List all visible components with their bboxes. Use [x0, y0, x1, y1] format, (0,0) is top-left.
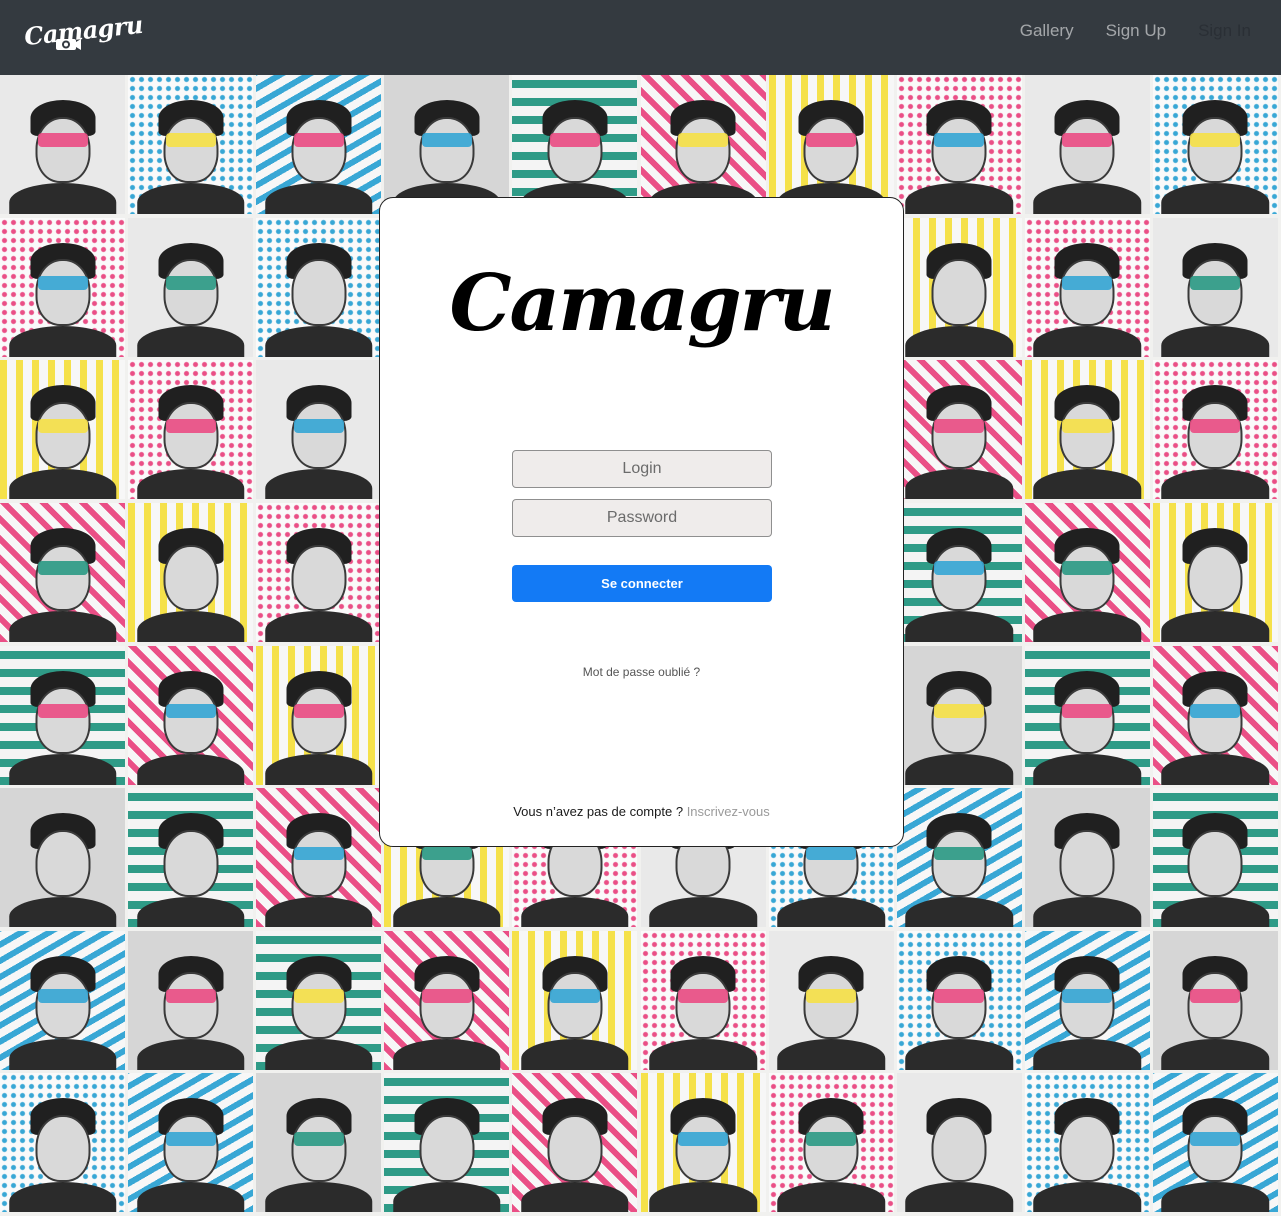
collage-photo [1024, 502, 1154, 646]
collage-photo [1152, 930, 1281, 1074]
nav-links: Gallery Sign Up Sign In [1020, 21, 1251, 41]
collage-photo [256, 645, 386, 789]
forgot-password-link[interactable]: Mot de passe oublié ? [380, 665, 903, 679]
collage-photo [0, 930, 129, 1074]
collage-photo [128, 645, 258, 789]
signup-prompt-text: Vous n’avez pas de compte ? [513, 804, 684, 819]
collage-photo [1024, 217, 1154, 361]
collage-photo [1152, 502, 1281, 646]
collage-photo [896, 645, 1026, 789]
collage-photo [384, 1073, 514, 1216]
collage-photo [896, 360, 1026, 504]
collage-photo [1024, 1073, 1154, 1216]
collage-photo [128, 1073, 258, 1216]
collage-photo [128, 217, 258, 361]
collage-photo [1024, 788, 1154, 932]
collage-photo [512, 930, 642, 1074]
login-modal: Camagru Se connecter Mot de passe oublié… [379, 197, 904, 847]
collage-photo [896, 1073, 1026, 1216]
collage-photo [1024, 75, 1154, 218]
collage-photo [1024, 360, 1154, 504]
brand-logo[interactable]: Camagru [23, 10, 144, 58]
collage-photo [128, 502, 258, 646]
modal-logo: Camagru [449, 258, 835, 349]
collage-photo [0, 360, 129, 504]
collage-photo [1024, 930, 1154, 1074]
camera-icon [56, 39, 81, 50]
collage-photo [128, 360, 258, 504]
collage-photo [1152, 645, 1281, 789]
collage-photo [0, 1073, 129, 1216]
collage-photo [640, 1073, 770, 1216]
collage-photo [128, 788, 258, 932]
collage-photo [896, 217, 1026, 361]
collage-photo [896, 930, 1026, 1074]
collage-photo [384, 930, 514, 1074]
collage-photo [0, 217, 129, 361]
collage-photo [1152, 1073, 1281, 1216]
login-input[interactable] [512, 450, 772, 488]
collage-photo [0, 502, 129, 646]
nav-link-signin[interactable]: Sign In [1198, 21, 1251, 41]
collage-photo [256, 502, 386, 646]
collage-photo [256, 788, 386, 932]
collage-photo [0, 75, 129, 218]
collage-photo [1152, 788, 1281, 932]
navbar: Camagru Gallery Sign Up Sign In [0, 0, 1281, 75]
signup-link[interactable]: Inscrivez-vous [687, 804, 770, 819]
collage-photo [256, 360, 386, 504]
password-input[interactable] [512, 499, 772, 537]
collage-photo [896, 502, 1026, 646]
collage-photo [0, 645, 129, 789]
collage-photo [256, 1073, 386, 1216]
collage-photo [1152, 360, 1281, 504]
collage-photo [256, 75, 386, 218]
brand-text: Camagru [22, 9, 145, 52]
nav-link-signup[interactable]: Sign Up [1106, 21, 1166, 41]
collage-photo [128, 930, 258, 1074]
collage-photo [256, 217, 386, 361]
collage-photo [1152, 75, 1281, 218]
collage-photo [896, 75, 1026, 218]
nav-link-gallery[interactable]: Gallery [1020, 21, 1074, 41]
collage-photo [512, 1073, 642, 1216]
collage-photo [0, 788, 129, 932]
collage-photo [1152, 217, 1281, 361]
collage-photo [256, 930, 386, 1074]
collage-photo [768, 1073, 898, 1216]
collage-photo [128, 75, 258, 218]
collage-photo [768, 930, 898, 1074]
collage-photo [896, 788, 1026, 932]
login-button[interactable]: Se connecter [512, 565, 772, 602]
signup-prompt: Vous n’avez pas de compte ? Inscrivez-vo… [380, 804, 903, 819]
collage-photo [1024, 645, 1154, 789]
collage-photo [640, 930, 770, 1074]
